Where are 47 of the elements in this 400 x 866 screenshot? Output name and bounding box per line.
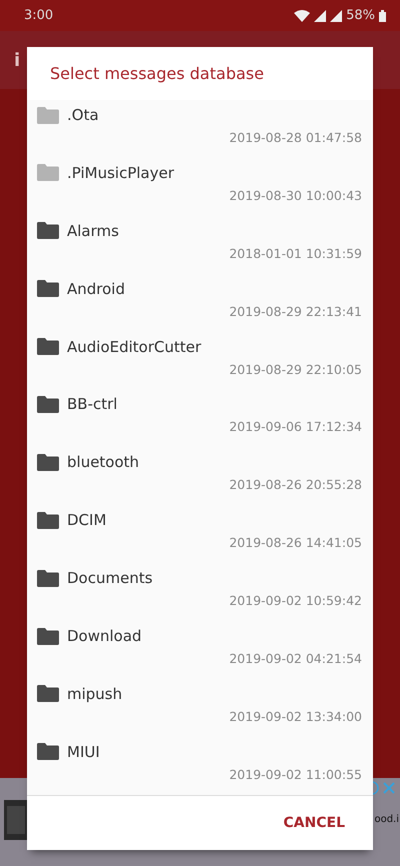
dialog-title: Select messages database — [50, 64, 264, 83]
signal-icon — [314, 10, 326, 22]
modified-date: 2019-09-02 13:34:00 — [229, 708, 362, 724]
modified-date: 2019-08-30 10:00:43 — [229, 188, 362, 203]
close-icon[interactable] — [382, 781, 396, 795]
folder-name[interactable]: .Ota — [67, 106, 99, 124]
modified-date: 2019-09-02 11:00:55 — [229, 766, 362, 782]
folder-name[interactable]: BB-ctrl — [67, 395, 118, 414]
battery-percentage: 58% — [346, 8, 375, 23]
modified-date: 2019-08-28 01:47:58 — [229, 130, 362, 145]
signal-icon — [330, 10, 342, 22]
folder-icon — [37, 512, 59, 529]
clock: 3:00 — [24, 8, 54, 23]
folder-icon — [37, 685, 59, 702]
folder-name[interactable]: mipush — [67, 684, 122, 703]
cancel-button[interactable]: CANCEL — [275, 809, 353, 837]
modified-date: 2019-08-29 22:13:41 — [229, 304, 362, 319]
folder-icon — [37, 743, 59, 760]
modified-date: 2019-09-02 04:21:54 — [229, 651, 362, 666]
folder-icon — [37, 164, 59, 182]
folder-icon — [37, 628, 59, 645]
folder-icon — [37, 106, 59, 124]
folder-name[interactable]: Documents — [67, 569, 153, 588]
folder-icon — [37, 570, 59, 587]
modified-date: 2019-09-02 10:59:42 — [229, 593, 362, 608]
folder-icon — [37, 396, 59, 413]
battery-icon — [379, 10, 386, 22]
folder-name[interactable]: Android — [67, 280, 125, 298]
folder-name[interactable]: .PiMusicPlayer — [67, 164, 174, 182]
wifi-icon — [294, 10, 310, 22]
folder-name[interactable]: Alarms — [67, 222, 119, 240]
ad-text: ood.i — [374, 814, 399, 825]
folder-icon — [37, 222, 59, 240]
folder-icon — [37, 338, 59, 356]
modified-date: 2019-08-29 22:10:05 — [229, 362, 362, 377]
folder-name[interactable]: DCIM — [67, 511, 106, 530]
modified-date: 2019-08-26 20:55:28 — [229, 477, 362, 492]
modified-date: 2019-09-06 17:12:34 — [229, 419, 362, 434]
folder-name[interactable]: Download — [67, 627, 142, 646]
folder-icon — [37, 280, 59, 298]
app-title: i — [14, 50, 20, 70]
folder-name[interactable]: bluetooth — [67, 453, 140, 472]
modified-date: 2019-08-26 14:41:05 — [229, 535, 362, 550]
modified-date: 2018-01-01 10:31:59 — [229, 246, 362, 261]
folder-name[interactable]: AudioEditorCutter — [67, 338, 202, 356]
folder-name[interactable]: MIUI — [67, 742, 100, 761]
folder-icon — [37, 454, 59, 471]
